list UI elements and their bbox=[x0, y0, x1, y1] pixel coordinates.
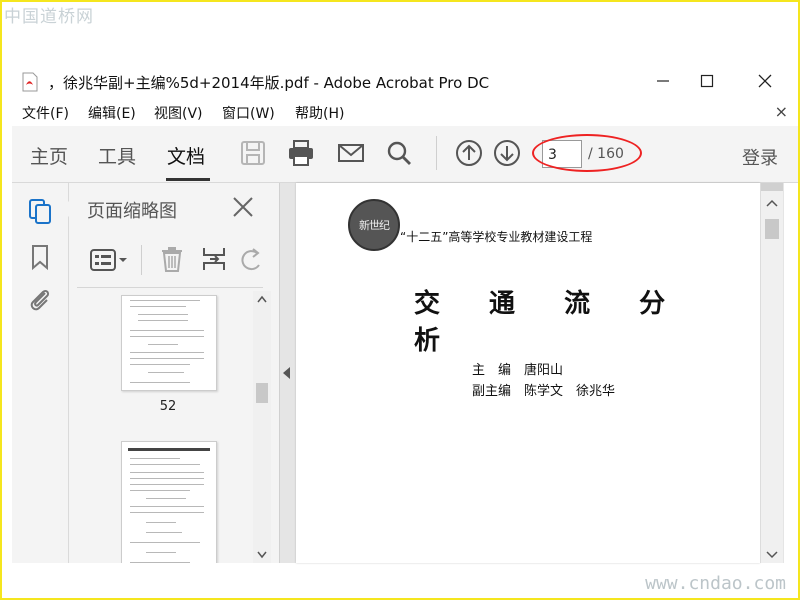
document-scrollbar[interactable] bbox=[760, 183, 783, 563]
series-title: “十二五”高等学校专业教材建设工程 bbox=[400, 230, 593, 244]
panel-title: 页面缩略图 bbox=[87, 201, 177, 222]
options-menu-icon[interactable] bbox=[89, 247, 129, 273]
thumbnail-scroll-thumb[interactable] bbox=[256, 383, 268, 403]
title-bar: ，徐兆华副+主编%5d+2014年版.pdf - Adobe Acrobat P… bbox=[0, 66, 800, 98]
thumbnail-scrollbar[interactable] bbox=[253, 291, 271, 563]
tab-home[interactable]: 主页 bbox=[30, 142, 68, 169]
panel-toolbar-separator bbox=[141, 245, 142, 275]
chief-editor: 唐阳山 bbox=[524, 363, 564, 378]
print-icon[interactable] bbox=[286, 138, 316, 168]
page-thumbnail[interactable] bbox=[121, 295, 217, 391]
minimize-button[interactable] bbox=[648, 68, 678, 94]
watermark-top: 中国道桥网 bbox=[4, 7, 94, 27]
document-page: 新世纪 “十二五”高等学校专业教材建设工程 交 通 流 分 析 主 编 唐阳山 … bbox=[296, 183, 760, 563]
login-button[interactable]: 登录 bbox=[742, 144, 778, 170]
chevron-up-icon[interactable] bbox=[257, 295, 267, 303]
document-scroll-thumb[interactable] bbox=[765, 219, 779, 239]
menu-window[interactable]: 窗口(W) bbox=[222, 103, 275, 123]
chevron-down-icon[interactable] bbox=[766, 551, 778, 559]
thumbnail-label: 52 bbox=[159, 399, 177, 414]
panel-divider bbox=[77, 287, 263, 288]
close-icon bbox=[758, 74, 772, 88]
main-toolbar: 主页 工具 文档 3 / 160 登录 bbox=[12, 126, 798, 183]
window-title: ，徐兆华副+主编%5d+2014年版.pdf - Adobe Acrobat P… bbox=[48, 74, 490, 92]
thumbnail-list: 52 bbox=[69, 291, 253, 563]
toolbar-separator bbox=[436, 136, 437, 170]
document-view: 新世纪 “十二五”高等学校专业教材建设工程 交 通 流 分 析 主 编 唐阳山 … bbox=[280, 183, 784, 563]
arrow-down-icon[interactable] bbox=[492, 138, 522, 168]
scrollbar-top-cap bbox=[761, 183, 783, 191]
trash-icon[interactable] bbox=[159, 245, 185, 273]
menu-edit[interactable]: 编辑(E) bbox=[88, 103, 136, 123]
book-title: 交 通 流 分 析 bbox=[414, 289, 686, 356]
menu-file[interactable]: 文件(F) bbox=[22, 103, 69, 123]
bookmark-icon[interactable] bbox=[26, 243, 54, 271]
close-document-button[interactable]: × bbox=[775, 102, 788, 121]
publisher-seal: 新世纪 bbox=[348, 199, 400, 251]
maximize-icon bbox=[700, 74, 714, 88]
menu-view[interactable]: 视图(V) bbox=[154, 103, 203, 123]
seal-text: 新世纪 bbox=[359, 219, 390, 232]
arrow-up-icon[interactable] bbox=[454, 138, 484, 168]
page-thumbnails-icon[interactable] bbox=[26, 197, 54, 225]
chevron-up-icon[interactable] bbox=[766, 199, 778, 207]
highlight-annotation-ellipse bbox=[532, 134, 642, 172]
close-icon[interactable] bbox=[231, 195, 255, 219]
maximize-button[interactable] bbox=[692, 68, 722, 94]
pdf-file-icon bbox=[22, 72, 38, 92]
deputy-editors: 陈学文 徐兆华 bbox=[524, 384, 616, 399]
attachment-icon[interactable] bbox=[26, 285, 54, 313]
watermark-bottom: www.cndao.com bbox=[645, 573, 786, 594]
menu-help[interactable]: 帮助(H) bbox=[295, 103, 344, 123]
tab-document[interactable]: 文档 bbox=[167, 142, 205, 169]
tab-tools[interactable]: 工具 bbox=[98, 142, 136, 169]
navigation-rail bbox=[12, 183, 69, 563]
deputy-editor-label: 副主编 bbox=[472, 384, 512, 399]
chevron-down-icon[interactable] bbox=[257, 551, 267, 559]
chief-editor-label: 主 编 bbox=[472, 363, 512, 378]
menu-bar: 文件(F) 编辑(E) 视图(V) 窗口(W) 帮助(H) × bbox=[0, 100, 800, 124]
thumbnails-panel: 页面缩略图 52 bbox=[61, 183, 280, 563]
page-thumbnail[interactable] bbox=[121, 441, 217, 563]
rotate-icon[interactable] bbox=[241, 247, 263, 273]
minimize-icon bbox=[657, 80, 669, 82]
email-icon[interactable] bbox=[336, 138, 366, 168]
collapse-left-panel-icon[interactable] bbox=[280, 363, 292, 383]
search-icon[interactable] bbox=[384, 138, 414, 168]
panel-toolbar bbox=[83, 243, 263, 277]
save-icon[interactable] bbox=[238, 138, 268, 168]
window-close-button[interactable] bbox=[750, 68, 780, 94]
active-tab-indicator bbox=[166, 178, 210, 181]
panel-pointer bbox=[61, 201, 69, 217]
insert-pages-icon[interactable] bbox=[201, 245, 227, 273]
